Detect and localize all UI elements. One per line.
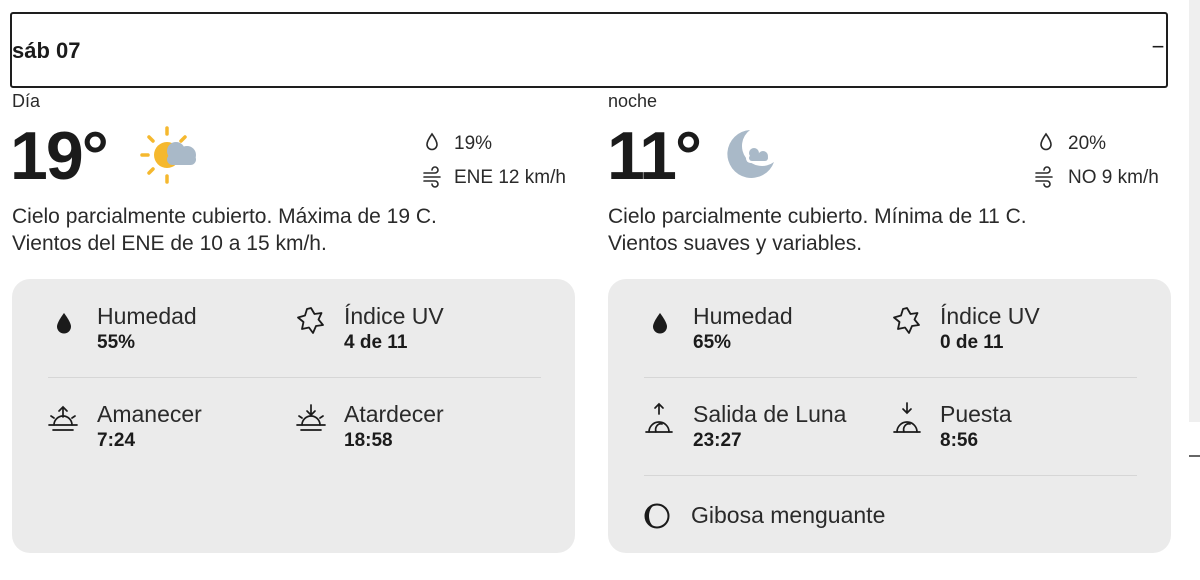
- night-details-divider: [644, 377, 1137, 378]
- uv-icon: [892, 306, 922, 336]
- night-uv-label: Índice UV: [940, 303, 1040, 329]
- day-header[interactable]: [10, 12, 1168, 88]
- moon-phase-icon: [643, 502, 671, 530]
- moonrise-icon: [644, 402, 674, 434]
- day-title: sáb 07: [12, 38, 81, 63]
- scrollbar[interactable]: [1189, 0, 1200, 422]
- day-humidity-label: Humedad: [97, 303, 197, 329]
- sunrise-icon: [46, 403, 80, 433]
- moonset-value: 8:56: [940, 430, 979, 451]
- humidity-icon: [650, 311, 670, 335]
- day-uv-value: 4 de 11: [344, 332, 408, 353]
- day-precip: 19%: [454, 133, 493, 154]
- sunrise-value: 7:24: [97, 430, 136, 451]
- partly-cloudy-day-icon: [140, 124, 204, 188]
- night-description-line1: Cielo parcialmente cubierto. Mínima de 1…: [608, 205, 1027, 228]
- sunset-icon: [294, 403, 328, 433]
- raindrop-icon: [424, 132, 440, 152]
- night-wind: NO 9 km/h: [1068, 167, 1159, 188]
- day-uv-label: Índice UV: [344, 303, 444, 329]
- humidity-icon: [54, 311, 74, 335]
- day-details-divider: [48, 377, 541, 378]
- day-description-line1: Cielo parcialmente cubierto. Máxima de 1…: [12, 205, 437, 228]
- sunrise-label: Amanecer: [97, 401, 202, 427]
- partly-cloudy-night-icon: [720, 126, 778, 184]
- night-description-line2: Vientos suaves y variables.: [608, 232, 863, 255]
- moonrise-label: Salida de Luna: [693, 401, 847, 427]
- night-humidity-value: 65%: [693, 332, 732, 353]
- night-temperature: 11°: [607, 118, 702, 194]
- moonset-label: Puesta: [940, 401, 1012, 427]
- wind-icon: [422, 166, 444, 188]
- night-period-label: noche: [608, 91, 658, 111]
- day-humidity-value: 55%: [97, 332, 136, 353]
- night-uv-value: 0 de 11: [940, 332, 1004, 353]
- day-period-label: Día: [12, 91, 41, 111]
- night-humidity-label: Humedad: [693, 303, 793, 329]
- scrollbar-thumb[interactable]: [1189, 455, 1200, 457]
- night-details-divider-2: [644, 475, 1137, 476]
- day-wind: ENE 12 km/h: [454, 167, 566, 188]
- sunset-label: Atardecer: [344, 401, 444, 427]
- night-precip: 20%: [1068, 133, 1107, 154]
- raindrop-icon: [1038, 132, 1054, 152]
- sunset-value: 18:58: [344, 430, 393, 451]
- day-description-line2: Vientos del ENE de 10 a 15 km/h.: [12, 232, 327, 255]
- wind-icon: [1034, 166, 1056, 188]
- moonrise-value: 23:27: [693, 430, 742, 451]
- uv-icon: [296, 306, 326, 336]
- moonset-icon: [892, 402, 922, 434]
- collapse-icon[interactable]: −: [1148, 34, 1168, 60]
- day-temperature: 19°: [10, 118, 109, 194]
- moon-phase-label: Gibosa menguante: [691, 502, 886, 528]
